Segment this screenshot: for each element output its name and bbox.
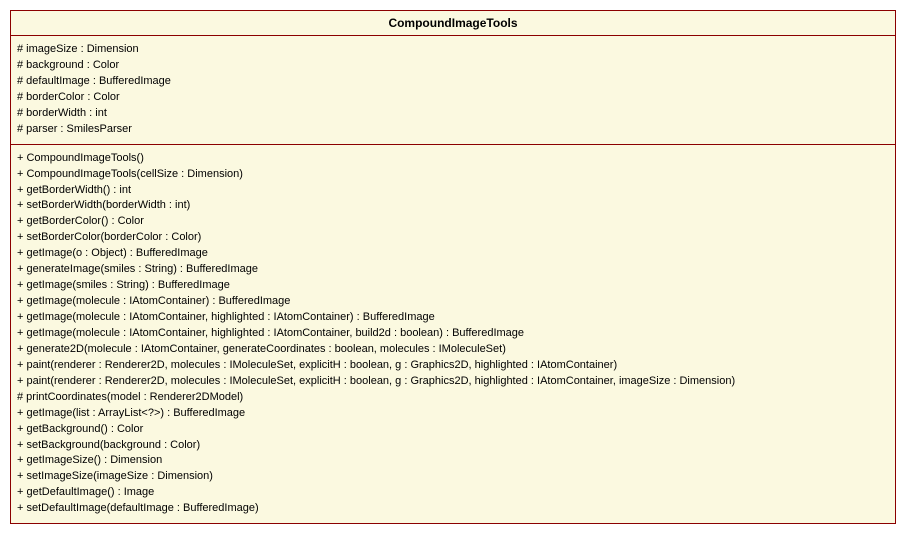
uml-method: + setImageSize(imageSize : Dimension) [17,469,889,485]
uml-attribute: # parser : SmilesParser [17,122,889,138]
uml-method: + CompoundImageTools(cellSize : Dimensio… [17,167,889,183]
uml-attribute: # background : Color [17,58,889,74]
uml-methods-section: + CompoundImageTools()+ CompoundImageToo… [11,145,895,524]
uml-attribute: # defaultImage : BufferedImage [17,74,889,90]
uml-method: + getBorderColor() : Color [17,214,889,230]
uml-method: + getBorderWidth() : int [17,183,889,199]
uml-method: + generate2D(molecule : IAtomContainer, … [17,342,889,358]
uml-method: + generateImage(smiles : String) : Buffe… [17,262,889,278]
uml-method: + getImageSize() : Dimension [17,453,889,469]
uml-method: + getImage(molecule : IAtomContainer, hi… [17,326,889,342]
uml-attribute: # imageSize : Dimension [17,42,889,58]
uml-method: + getImage(molecule : IAtomContainer, hi… [17,310,889,326]
uml-method: + getImage(list : ArrayList<?>) : Buffer… [17,406,889,422]
uml-method: + getImage(o : Object) : BufferedImage [17,246,889,262]
uml-method: + setDefaultImage(defaultImage : Buffere… [17,501,889,517]
uml-method: + CompoundImageTools() [17,151,889,167]
uml-method: + getImage(molecule : IAtomContainer) : … [17,294,889,310]
uml-method: + setBackground(background : Color) [17,438,889,454]
uml-attribute: # borderColor : Color [17,90,889,106]
uml-attribute: # borderWidth : int [17,106,889,122]
uml-method: # printCoordinates(model : Renderer2DMod… [17,390,889,406]
uml-method: + setBorderColor(borderColor : Color) [17,230,889,246]
uml-attributes-section: # imageSize : Dimension# background : Co… [11,36,895,145]
uml-method: + getImage(smiles : String) : BufferedIm… [17,278,889,294]
uml-method: + setBorderWidth(borderWidth : int) [17,198,889,214]
uml-method: + paint(renderer : Renderer2D, molecules… [17,358,889,374]
uml-class-name: CompoundImageTools [11,11,895,36]
uml-method: + getBackground() : Color [17,422,889,438]
uml-class-box: CompoundImageTools # imageSize : Dimensi… [10,10,896,524]
uml-method: + getDefaultImage() : Image [17,485,889,501]
uml-method: + paint(renderer : Renderer2D, molecules… [17,374,889,390]
